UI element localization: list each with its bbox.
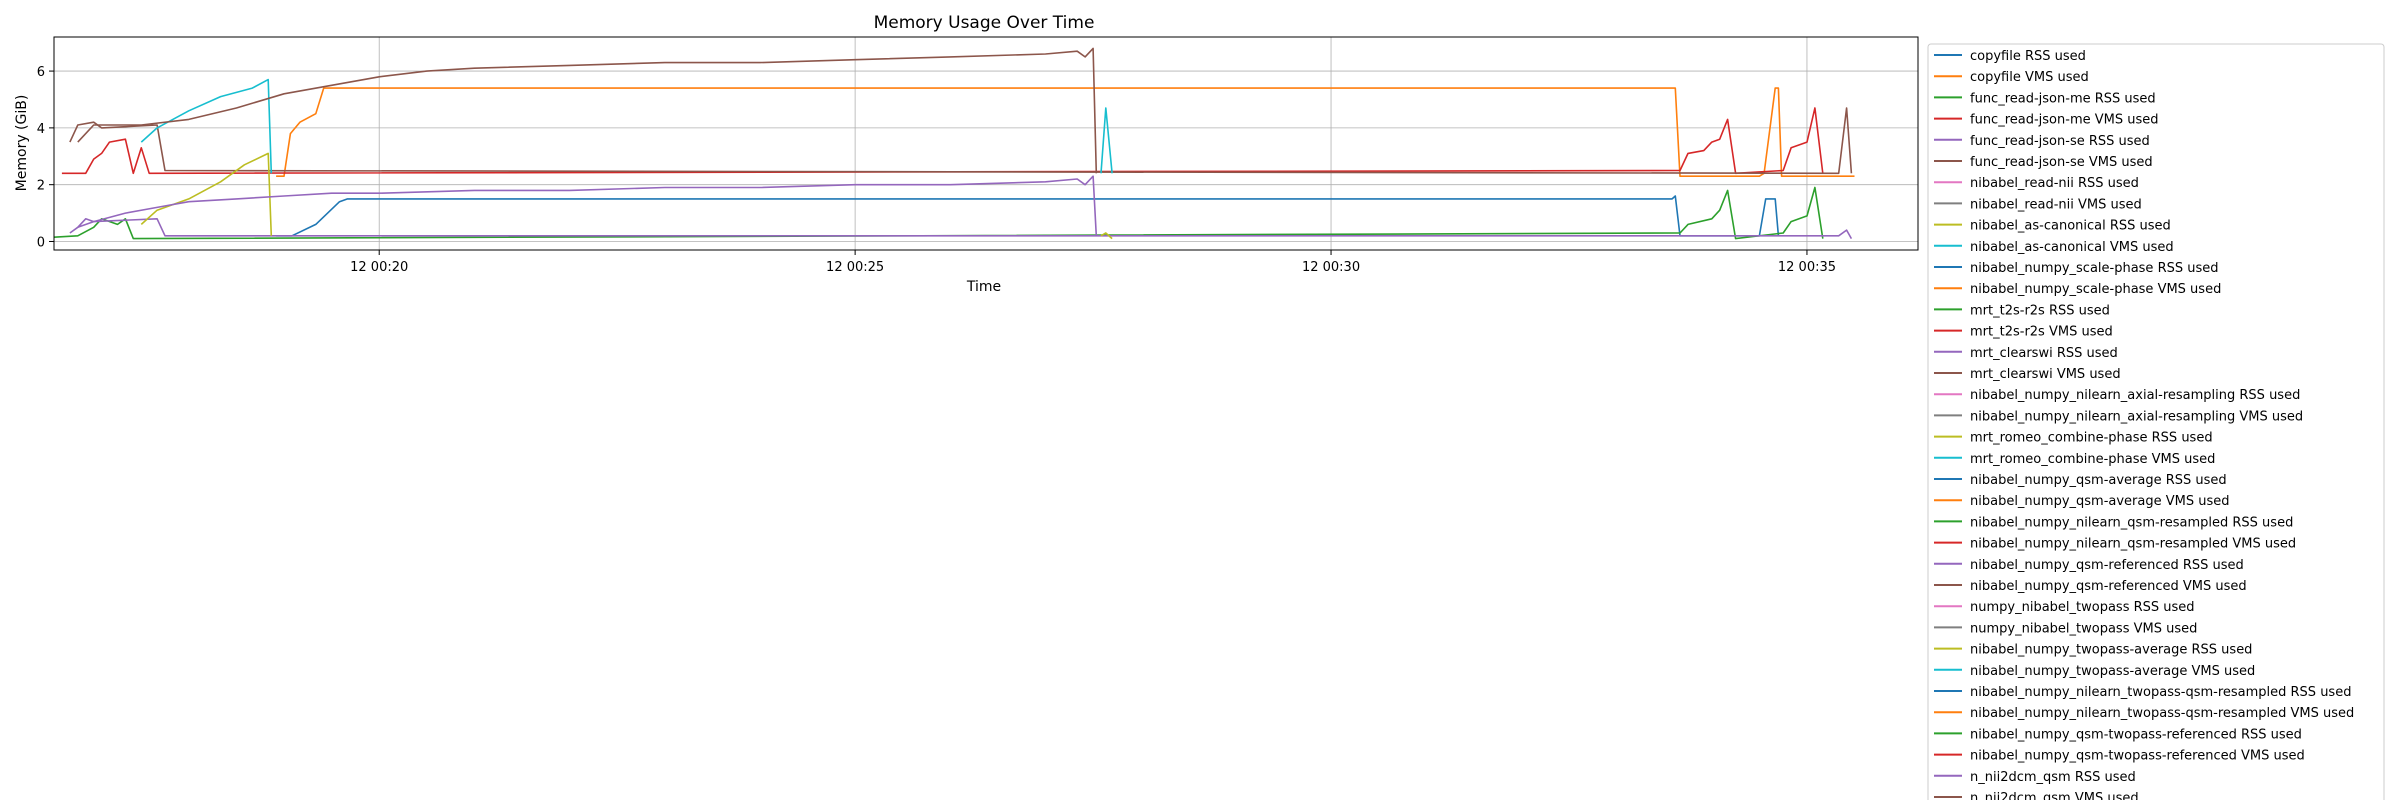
- legend-label: nibabel_numpy_nilearn_qsm-resampled RSS …: [1970, 515, 2293, 530]
- legend-label: n_nii2dcm_qsm VMS used: [1970, 791, 2139, 800]
- legend-label: mrt_clearswi VMS used: [1970, 367, 2121, 382]
- legend-label: nibabel_as-canonical RSS used: [1970, 219, 2171, 234]
- legend-label: nibabel_numpy_nilearn_axial-resampling V…: [1970, 409, 2303, 424]
- legend-label: nibabel_numpy_nilearn_twopass-qsm-resamp…: [1970, 685, 2351, 700]
- y-tick-label: 0: [37, 235, 45, 250]
- x-tick-label: 12 00:20: [350, 260, 408, 275]
- x-tick-label: 12 00:35: [1778, 260, 1836, 275]
- legend-label: mrt_clearswi RSS used: [1970, 346, 2118, 361]
- legend-label: mrt_romeo_combine-phase RSS used: [1970, 431, 2213, 446]
- legend-label: nibabel_numpy_qsm-referenced RSS used: [1970, 558, 2244, 573]
- legend-label: nibabel_numpy_twopass-average RSS used: [1970, 643, 2252, 658]
- x-tick-label: 12 00:25: [826, 260, 884, 275]
- y-tick-label: 2: [37, 179, 45, 194]
- x-tick-label: 12 00:30: [1302, 260, 1360, 275]
- chart-title: Memory Usage Over Time: [874, 13, 1095, 33]
- legend-label: copyfile RSS used: [1970, 49, 2086, 64]
- legend-label: nibabel_numpy_qsm-referenced VMS used: [1970, 579, 2247, 594]
- legend-label: nibabel_numpy_nilearn_qsm-resampled VMS …: [1970, 537, 2296, 552]
- y-axis-label: Memory (GiB): [14, 95, 30, 192]
- legend-label: copyfile VMS used: [1970, 70, 2089, 85]
- y-tick-label: 4: [37, 122, 45, 137]
- legend-label: numpy_nibabel_twopass RSS used: [1970, 600, 2195, 615]
- legend-label: numpy_nibabel_twopass VMS used: [1970, 621, 2197, 636]
- x-axis-label: Time: [966, 279, 1001, 295]
- legend-label: func_read-json-se RSS used: [1970, 134, 2150, 149]
- legend-label: nibabel_numpy_scale-phase RSS used: [1970, 261, 2219, 276]
- legend-label: nibabel_read-nii RSS used: [1970, 176, 2139, 191]
- legend-label: func_read-json-me RSS used: [1970, 91, 2156, 106]
- legend-label: nibabel_numpy_nilearn_twopass-qsm-resamp…: [1970, 706, 2354, 721]
- legend-label: nibabel_numpy_twopass-average VMS used: [1970, 664, 2255, 679]
- y-tick-label: 6: [37, 65, 45, 80]
- legend-label: mrt_t2s-r2s RSS used: [1970, 303, 2110, 318]
- legend-label: nibabel_as-canonical VMS used: [1970, 240, 2174, 255]
- legend-label: nibabel_read-nii VMS used: [1970, 197, 2142, 212]
- memory-usage-chart: Memory Usage Over Time 12 00:20 12 00:25 1…: [0, 0, 2400, 800]
- legend-label: nibabel_numpy_qsm-twopass-referenced VMS…: [1970, 749, 2305, 764]
- legend-label: mrt_t2s-r2s VMS used: [1970, 325, 2113, 340]
- legend-label: nibabel_numpy_qsm-average RSS used: [1970, 473, 2227, 488]
- legend: copyfile RSS used copyfile VMS used func_r…: [1927, 43, 2385, 800]
- legend-label: nibabel_numpy_qsm-average VMS used: [1970, 494, 2230, 509]
- legend-label: func_read-json-se VMS used: [1970, 155, 2153, 170]
- legend-label: mrt_romeo_combine-phase VMS used: [1970, 452, 2215, 467]
- legend-label: nibabel_numpy_qsm-twopass-referenced RSS…: [1970, 727, 2302, 742]
- legend-label: nibabel_numpy_scale-phase VMS used: [1970, 282, 2221, 297]
- legend-label: nibabel_numpy_nilearn_axial-resampling R…: [1970, 388, 2300, 403]
- legend-label: n_nii2dcm_qsm RSS used: [1970, 770, 2136, 785]
- legend-label: func_read-json-me VMS used: [1970, 113, 2159, 128]
